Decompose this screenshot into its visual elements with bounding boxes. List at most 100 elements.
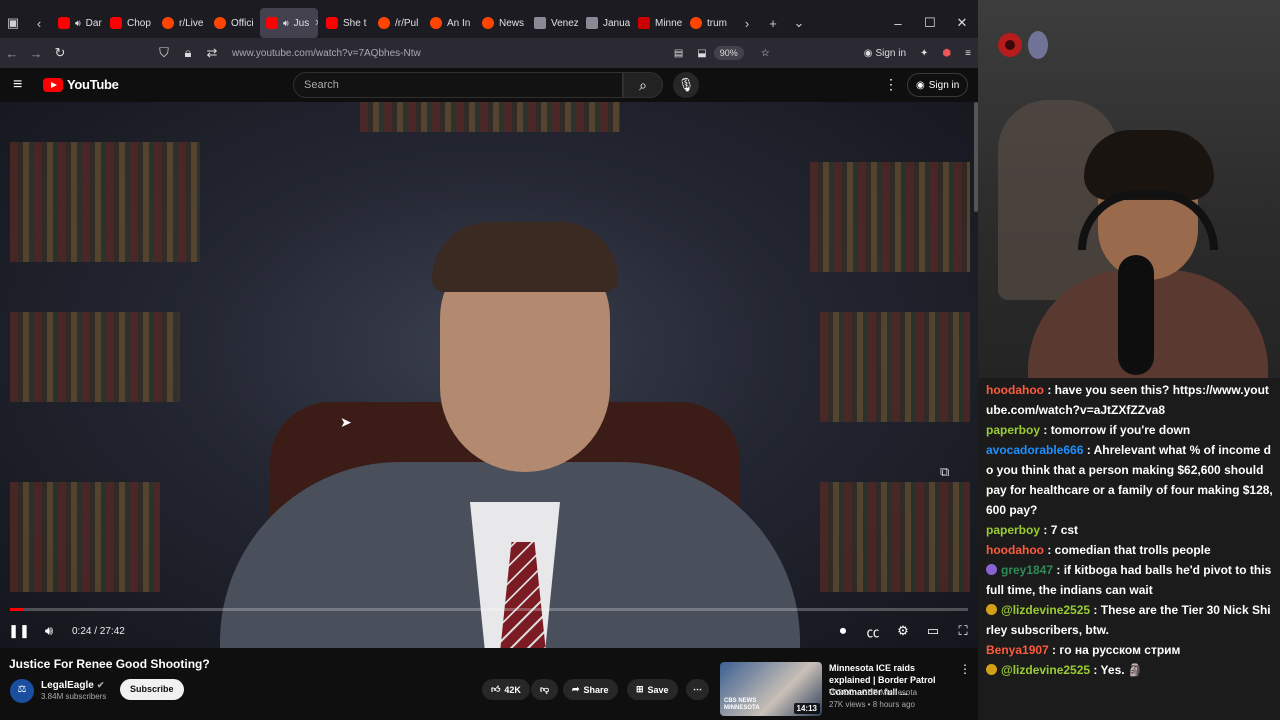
miniplayer-icon[interactable]: ⧉ <box>940 464 949 480</box>
back-icon[interactable]: ← <box>0 46 24 61</box>
volume-icon[interactable]: 🔊︎ <box>34 623 64 639</box>
like-button[interactable]: 👍︎ 42K <box>482 679 530 700</box>
chat-username[interactable]: hoodahoo <box>986 383 1044 397</box>
browser-tab[interactable]: She t <box>320 8 370 38</box>
chat-username[interactable]: paperboy <box>986 523 1040 537</box>
youtube-play-icon <box>43 77 63 92</box>
tab-audio-icon[interactable]: 🔊︎ <box>75 18 81 29</box>
bookshelf-left-bottom <box>10 482 160 592</box>
save-button[interactable]: ⊞ Save <box>627 679 678 700</box>
browser-tab[interactable]: Offici <box>208 8 258 38</box>
bookshelf-right-top <box>810 162 970 272</box>
stream-overlay: hoodahoo : have you seen this? https://w… <box>978 0 1280 720</box>
chat-message: @lizdevine2525 : These are the Tier 30 N… <box>986 600 1274 640</box>
progress-bar[interactable] <box>10 608 968 611</box>
browser-tab[interactable]: 🔊︎ Jus ✕ <box>260 8 318 38</box>
chat-username[interactable]: hoodahoo <box>986 543 1044 557</box>
forward-icon[interactable]: → <box>24 46 48 61</box>
tab-scroll-left-icon[interactable]: ‹ <box>26 16 52 31</box>
tab-strip: 🔊︎ Dark S Chop r/Live Offici 🔊︎ Jus ✕ She t/r/Pu… <box>52 8 734 38</box>
video-player[interactable]: ➤ ⧉ ❚❚ 🔊︎ 0:24 / 27:42 ⏺ ㏄ ⚙ ▭ ⛶ <box>0 102 978 648</box>
more-actions-button[interactable]: ⋯ <box>686 679 709 700</box>
chat-username[interactable]: paperboy <box>986 423 1040 437</box>
minimize-icon[interactable]: – <box>882 16 914 31</box>
voice-search-button[interactable]: 🎙︎ <box>673 72 699 98</box>
url-bar[interactable]: www.youtube.com/watch?v=7AQbhes-Ntw <box>232 48 667 59</box>
browser-tab[interactable]: An In <box>424 8 474 38</box>
chat-text: comedian that trolls people <box>1054 543 1211 557</box>
subscribe-button[interactable]: Subscribe <box>120 679 184 700</box>
browser-tab[interactable]: Minne <box>632 8 682 38</box>
lock-icon[interactable]: 🔒︎ <box>176 45 200 61</box>
share-button[interactable]: ➦ Share <box>563 679 618 700</box>
shield-icon[interactable]: ⛉ <box>152 45 176 61</box>
recommended-video-thumbnail[interactable]: CBS NEWS MINNESOTA 14:13 <box>720 662 822 716</box>
save-to-pocket-icon[interactable]: ⬓ <box>697 48 706 59</box>
theater-mode-icon[interactable]: ▭ <box>918 623 948 639</box>
settings-kebab-icon[interactable]: ⋮ <box>884 76 898 93</box>
chat-username[interactable]: grey1847 <box>1001 563 1053 577</box>
browser-tab[interactable]: r/Live <box>156 8 206 38</box>
search-button[interactable]: ⌕ <box>623 72 663 98</box>
youtube-signin-button[interactable]: ◉ Sign in <box>907 73 969 97</box>
recommended-more-icon[interactable]: ⋮ <box>959 662 971 676</box>
tab-close-icon[interactable]: ✕ <box>314 18 318 29</box>
pause-icon[interactable]: ❚❚ <box>4 623 34 639</box>
chat-username[interactable]: Benya1907 <box>986 643 1049 657</box>
youtube-logo[interactable]: YouTube <box>43 77 119 92</box>
captions-icon[interactable]: ㏄ <box>858 622 888 641</box>
settings-gear-icon[interactable]: ⚙ <box>888 623 918 639</box>
progress-played <box>10 608 24 611</box>
browser-tab[interactable]: /r/Pul <box>372 8 422 38</box>
maximize-icon[interactable]: ☐ <box>914 15 946 31</box>
recommended-channel[interactable]: WCCO - CBS Minnesota <box>829 688 917 697</box>
chat-username[interactable]: avocadorable666 <box>986 443 1083 457</box>
tab-list-icon[interactable]: ▣ <box>0 15 26 31</box>
chat-separator: : <box>1053 563 1064 577</box>
browser-tab[interactable]: Chop <box>104 8 154 38</box>
tab-scroll-right-icon[interactable]: › <box>734 16 760 31</box>
presenter-hair <box>432 222 618 292</box>
browser-tab[interactable]: Janua <box>580 8 630 38</box>
reddit-favicon-icon <box>214 17 226 29</box>
bookshelf-right-middle <box>820 312 970 422</box>
search-input[interactable]: Search <box>293 72 623 98</box>
fullscreen-icon[interactable]: ⛶ <box>948 623 978 639</box>
autoplay-toggle-icon[interactable]: ⏺ <box>828 623 858 639</box>
browser-tab[interactable]: Venez <box>528 8 578 38</box>
browser-tab[interactable]: News <box>476 8 526 38</box>
browser-tab[interactable]: trum <box>684 8 734 38</box>
channel-name-row[interactable]: LegalEagle ✔ <box>41 680 104 691</box>
bookshelf-left-middle <box>10 312 180 402</box>
chat-text: tomorrow if you're down <box>1050 423 1191 437</box>
hamburger-menu-icon[interactable]: ≡ <box>13 76 22 94</box>
reddit-favicon-icon <box>430 17 442 29</box>
chat-separator: : <box>1048 643 1060 657</box>
close-window-icon[interactable]: ✕ <box>946 15 978 31</box>
extensions-icon[interactable]: ✦ <box>920 48 928 59</box>
ublock-icon[interactable]: ⬢ <box>942 48 951 59</box>
reload-icon[interactable]: ↻ <box>48 45 72 61</box>
dislike-button[interactable]: 👎︎ <box>531 679 559 700</box>
chat-message: hoodahoo : have you seen this? https://w… <box>986 380 1274 420</box>
tab-audio-icon[interactable]: 🔊︎ <box>283 18 289 29</box>
browser-signin[interactable]: Sign in <box>875 48 906 59</box>
channel-avatar[interactable]: ⚖ <box>10 679 34 703</box>
zoom-level[interactable]: 90% <box>713 46 744 60</box>
permissions-icon[interactable]: ⇄ <box>200 45 224 61</box>
tab-label: Minne <box>655 17 682 29</box>
app-menu-icon[interactable]: ≡ <box>965 48 971 59</box>
tab-dropdown-icon[interactable]: ⌄ <box>786 15 812 31</box>
gray-favicon-icon <box>586 17 598 29</box>
video-info: Justice For Renee Good Shooting? ⚖ Legal… <box>0 648 978 720</box>
browser-window: ▣ ‹ 🔊︎ Dark S Chop r/Live Offici 🔊︎ Jus ✕ She t /… <box>0 0 978 720</box>
account-icon[interactable]: ◉ <box>864 48 873 59</box>
reader-view-icon[interactable]: ▤ <box>674 48 683 59</box>
thumbs-up-icon: 👍︎ <box>491 684 501 694</box>
chat-username[interactable]: @lizdevine2525 <box>1001 663 1090 677</box>
bookmark-star-icon[interactable]: ☆ <box>761 48 770 59</box>
chat-message: paperboy : tomorrow if you're down <box>986 420 1274 440</box>
chat-username[interactable]: @lizdevine2525 <box>1001 603 1090 617</box>
new-tab-icon[interactable]: + <box>760 16 786 31</box>
browser-tab[interactable]: 🔊︎ Dark S <box>52 8 102 38</box>
